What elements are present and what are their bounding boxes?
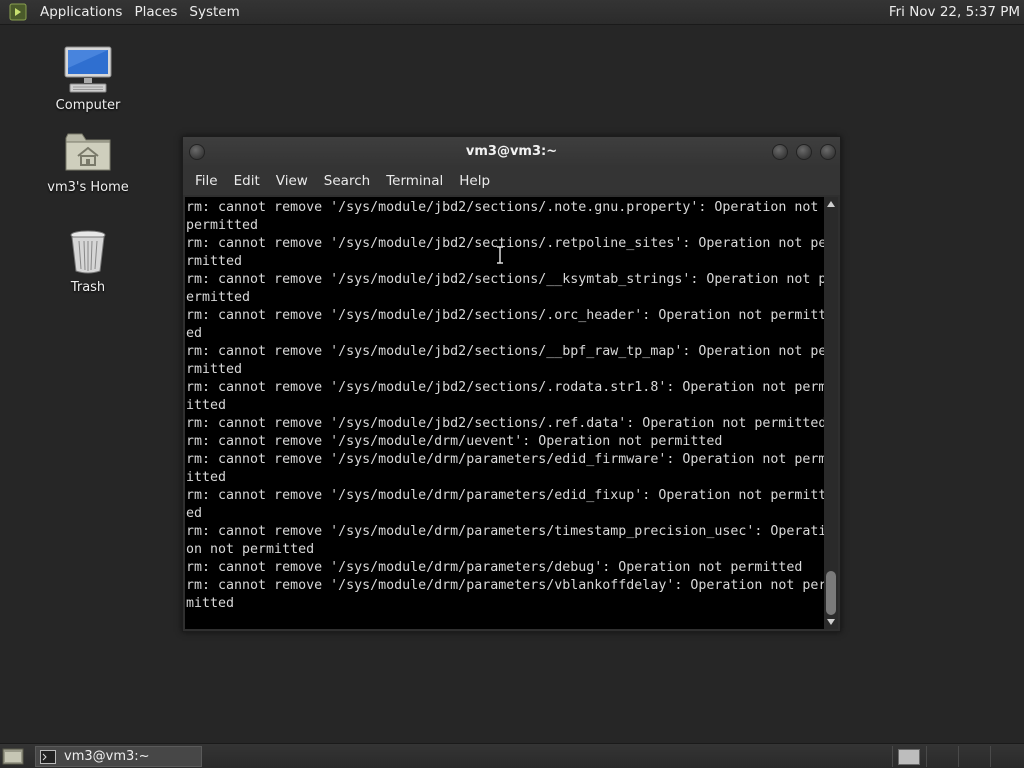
window-title: vm3@vm3:~ [465,144,558,159]
terminal-line: rmitted [186,254,243,269]
menu-applications[interactable]: Applications [34,0,128,25]
menu-places[interactable]: Places [128,0,183,25]
terminal-line: rm: cannot remove '/sys/module/jbd2/sect… [186,380,827,395]
desktop-icon-label: Trash [70,280,106,295]
applications-logo-icon[interactable] [8,2,28,22]
terminal-line: rm: cannot remove '/sys/module/drm/param… [186,560,803,575]
workspace-separator [990,746,991,767]
menu-system[interactable]: System [183,0,245,25]
terminal-line: rm: cannot remove '/sys/module/jbd2/sect… [186,236,827,251]
menu-edit[interactable]: Edit [226,167,268,195]
taskbar-terminal-button[interactable]: vm3@vm3:~ [35,746,202,767]
terminal-line: rm: cannot remove '/sys/module/jbd2/sect… [186,200,819,215]
menu-help[interactable]: Help [451,167,498,195]
terminal-line: itted [186,470,227,485]
terminal-line: itted [186,398,227,413]
terminal-line: rm: cannot remove '/sys/module/drm/param… [186,578,827,593]
desktop-icon-home[interactable]: vm3's Home [38,126,138,195]
desktop-icon-trash[interactable]: Trash [38,226,138,295]
desktop-icon-label: vm3's Home [47,180,129,195]
workspace-separator [892,746,893,767]
terminal-line: on not permitted [186,542,315,557]
terminal-line: rm: cannot remove '/sys/module/jbd2/sect… [186,344,827,359]
menu-search[interactable]: Search [316,167,378,195]
bottom-panel: vm3@vm3:~ [0,743,1024,768]
clock[interactable]: Fri Nov 22, 5:37 PM [889,0,1020,25]
taskbar-button-label: vm3@vm3:~ [64,749,150,764]
terminal-line: rm: cannot remove '/sys/module/jbd2/sect… [186,272,827,287]
workspace-3[interactable] [959,746,990,767]
terminal-line: ed [186,326,203,341]
window-menu-button[interactable] [189,144,205,160]
terminal-line: permitted [186,218,259,233]
scrollbar-thumb[interactable] [826,571,836,615]
terminal-line: ermitted [186,290,251,305]
desktop-icon-label: Computer [55,98,121,113]
terminal-line: rm: cannot remove '/sys/module/jbd2/sect… [186,416,827,431]
menu-terminal[interactable]: Terminal [378,167,451,195]
terminal-scrollbar[interactable] [824,197,838,629]
terminal-window[interactable]: vm3@vm3:~ File Edit View Search Terminal… [182,136,841,632]
trash-icon [62,226,114,278]
terminal-menubar: File Edit View Search Terminal Help [183,167,840,195]
computer-icon [62,44,114,96]
window-titlebar[interactable]: vm3@vm3:~ [183,137,840,167]
scroll-up-arrow-icon[interactable] [826,199,836,209]
desktop-icon-computer[interactable]: Computer [38,44,138,113]
terminal-output[interactable]: rm: cannot remove '/sys/module/jbd2/sect… [186,199,828,613]
scroll-down-arrow-icon[interactable] [826,617,836,627]
terminal-line: mitted [186,596,235,611]
terminal-line: rm: cannot remove '/sys/module/drm/param… [186,488,827,503]
terminal-line: rmitted [186,362,243,377]
menu-view[interactable]: View [268,167,316,195]
text-cursor-icon [497,246,503,264]
minimize-button[interactable] [772,144,788,160]
close-button[interactable] [820,144,836,160]
home-folder-icon [62,126,114,178]
terminal-output-area[interactable]: rm: cannot remove '/sys/module/jbd2/sect… [185,197,838,629]
workspace-4[interactable] [991,746,1022,767]
terminal-icon [40,749,56,764]
workspace-1[interactable] [898,749,920,765]
terminal-line: ed [186,506,203,521]
terminal-line: rm: cannot remove '/sys/module/drm/param… [186,524,827,539]
top-panel: Applications Places System Fri Nov 22, 5… [0,0,1024,25]
terminal-line: rm: cannot remove '/sys/module/drm/ueven… [186,434,723,449]
terminal-line: rm: cannot remove '/sys/module/drm/param… [186,452,827,467]
show-desktop-icon[interactable] [2,747,24,766]
workspace-2[interactable] [927,746,958,767]
terminal-line: rm: cannot remove '/sys/module/jbd2/sect… [186,308,827,323]
menu-file[interactable]: File [187,167,226,195]
maximize-button[interactable] [796,144,812,160]
